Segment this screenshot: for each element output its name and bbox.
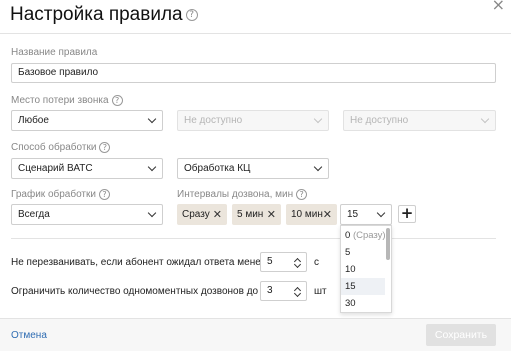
call-loss-sub-select-value: Не доступно <box>184 115 243 126</box>
dropdown-option-highlighted[interactable]: 15 <box>341 278 385 295</box>
dropdown-option-value: 15 <box>345 281 356 292</box>
limit-label: Ограничить количество одномоментных дозв… <box>11 286 272 297</box>
interval-chip: 5 мин ✕ <box>232 204 281 225</box>
remove-icon[interactable]: ✕ <box>323 204 332 225</box>
interval-chip-label: 10 мин <box>291 209 323 220</box>
header-divider <box>0 33 511 34</box>
no-callback-unit: с <box>314 257 319 268</box>
dropdown-scrollbar[interactable] <box>386 228 390 260</box>
no-callback-value: 5 <box>267 256 273 267</box>
processing-select-value: Сценарий ВАТС <box>18 163 93 174</box>
chevron-down-icon <box>147 114 157 124</box>
chevron-down-icon <box>313 162 323 172</box>
processing-sub-select[interactable]: Обработка КЦ <box>177 158 329 179</box>
dropdown-option-note: (Сразу) <box>352 230 386 241</box>
add-interval-button[interactable]: + <box>398 205 416 223</box>
help-icon[interactable]: ? <box>98 189 110 200</box>
limit-stepper[interactable]: 3 <box>260 281 307 301</box>
dropdown-option-value: 30 <box>345 298 356 309</box>
processing-select[interactable]: Сценарий ВАТС <box>11 158 163 179</box>
chevron-down-icon <box>480 114 490 124</box>
rule-name-label: Название правила <box>11 47 98 58</box>
dropdown-option[interactable]: 10 <box>341 261 385 278</box>
limit-value: 3 <box>267 285 273 296</box>
processing-label-text: Способ обработки <box>11 142 97 154</box>
remove-icon[interactable]: ✕ <box>267 204 276 225</box>
interval-select[interactable]: 15 <box>340 204 392 225</box>
schedule-select[interactable]: Всегда <box>11 204 163 225</box>
no-callback-stepper[interactable]: 5 <box>260 252 307 272</box>
section-divider <box>11 238 496 239</box>
chevron-down-icon <box>147 208 157 218</box>
limit-label-text: Ограничить количество одномоментных дозв… <box>11 286 259 298</box>
help-icon[interactable]: ? <box>296 189 308 200</box>
chevron-down-icon <box>313 114 323 124</box>
dropdown-option-value: 5 <box>345 247 351 258</box>
schedule-select-value: Всегда <box>18 209 50 220</box>
help-icon[interactable]: ? <box>111 95 123 106</box>
chevron-down-icon <box>147 162 157 172</box>
chevron-down-icon <box>376 208 386 218</box>
dropdown-option[interactable]: 0 (Сразу) <box>341 227 386 244</box>
limit-unit: шт <box>314 286 327 297</box>
processing-label: Способ обработки? <box>11 142 111 154</box>
intervals-label-text: Интервалы дозвона, мин <box>177 189 294 201</box>
no-callback-label: Не перезванивать, если абонент ожидал от… <box>11 257 281 269</box>
save-button[interactable]: Сохранить <box>426 324 496 346</box>
call-loss-select-value: Любое <box>18 115 49 126</box>
call-loss-label: Место потери звонка? <box>11 95 123 106</box>
dialog-title-text: Настройка правила <box>10 4 183 25</box>
call-loss-select[interactable]: Любое <box>11 110 163 131</box>
call-loss-label-text: Место потери звонка <box>11 95 109 107</box>
schedule-label: График обработки? <box>11 189 110 200</box>
interval-chip: 10 мин ✕ <box>286 204 337 225</box>
interval-chip-label: Сразу <box>182 209 210 220</box>
cancel-button[interactable]: Отмена <box>11 330 47 341</box>
dialog-title: Настройка правила? <box>10 4 198 26</box>
call-loss-sub-select-2-value: Не доступно <box>350 115 409 126</box>
dropdown-option-value: 10 <box>345 264 356 275</box>
intervals-label: Интервалы дозвона, мин? <box>177 189 308 201</box>
processing-sub-select-value: Обработка КЦ <box>184 163 251 174</box>
interval-dropdown: 0 (Сразу) 5 10 15 30 <box>340 225 392 313</box>
call-loss-sub-select: Не доступно <box>177 110 329 131</box>
call-loss-sub-select-2: Не доступно <box>343 110 496 131</box>
help-icon[interactable]: ? <box>99 142 111 153</box>
no-callback-label-text: Не перезванивать, если абонент ожидал от… <box>11 257 267 269</box>
dropdown-option[interactable]: 30 <box>341 295 385 312</box>
interval-chip: Сразу ✕ <box>177 204 227 225</box>
help-icon[interactable]: ? <box>185 8 198 21</box>
rule-name-input[interactable]: Базовое правило <box>11 63 496 83</box>
close-icon[interactable]: × <box>492 0 505 14</box>
schedule-label-text: График обработки <box>11 189 96 201</box>
interval-select-value: 15 <box>347 209 359 220</box>
dropdown-option[interactable]: 5 <box>341 244 385 261</box>
interval-chip-label: 5 мин <box>237 209 264 220</box>
remove-icon[interactable]: ✕ <box>213 204 222 225</box>
dropdown-option-value: 0 <box>345 230 351 241</box>
